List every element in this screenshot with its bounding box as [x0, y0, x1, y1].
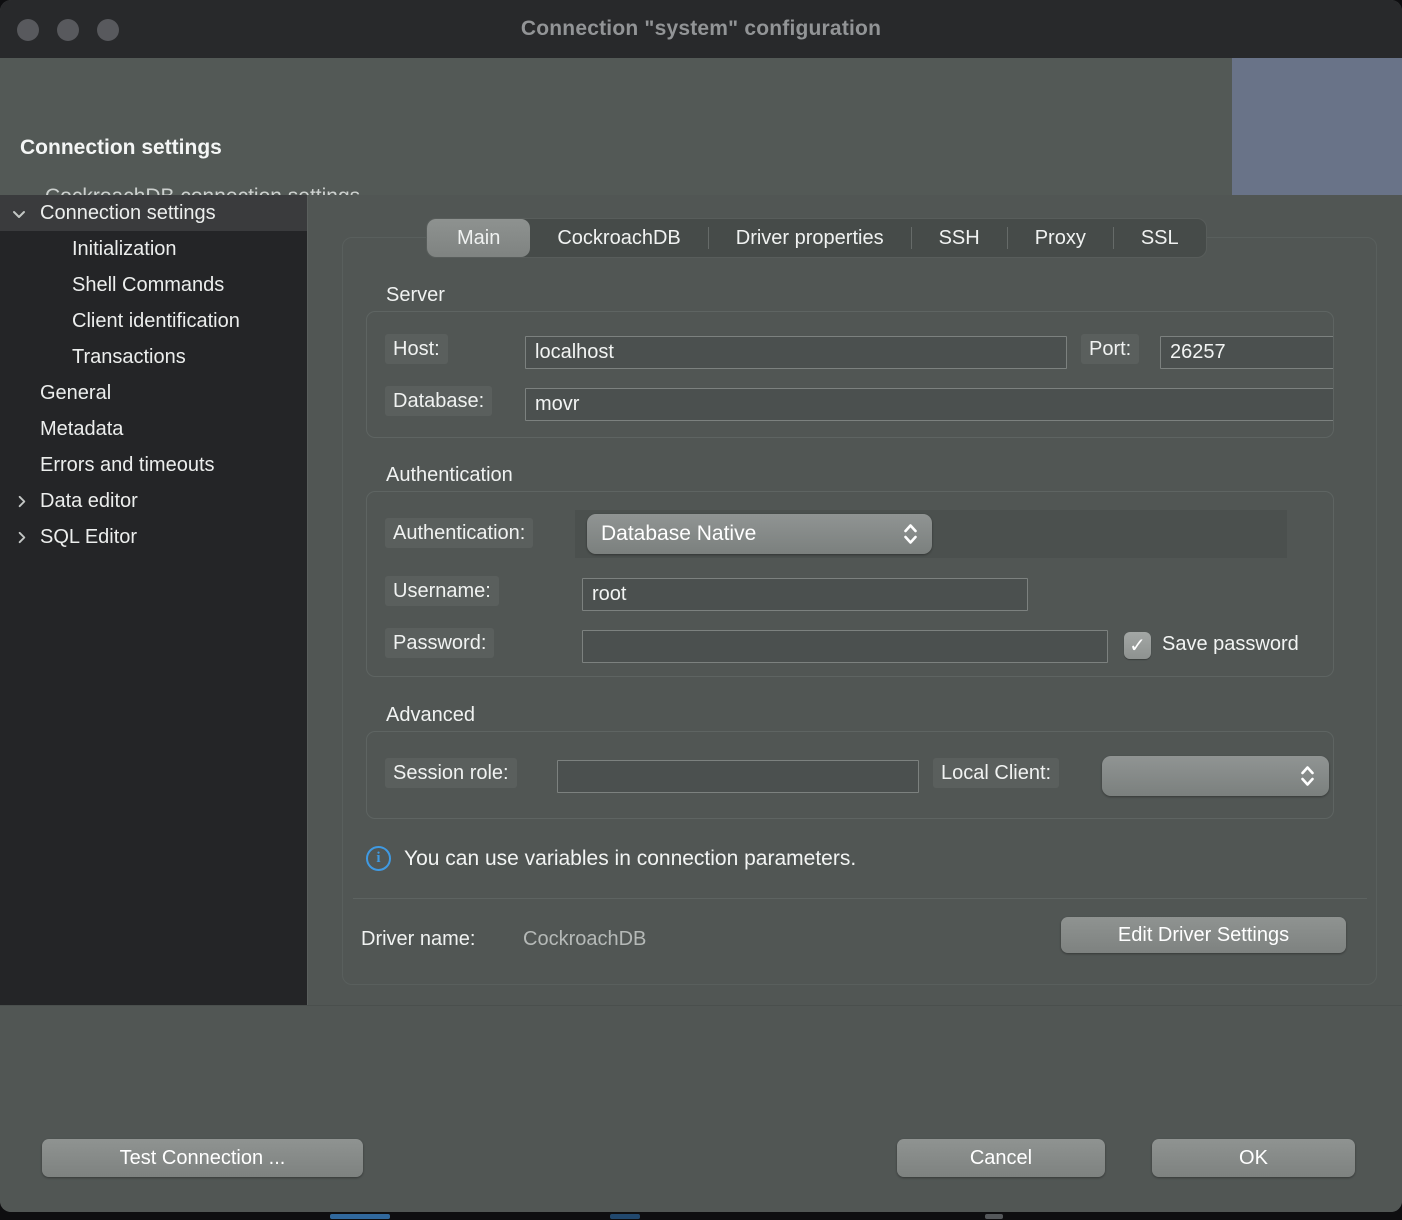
chevron-right-icon[interactable] [13, 529, 30, 546]
sidebar-item-label: Errors and timeouts [40, 454, 215, 477]
sidebar-item-initialization[interactable]: Initialization [0, 231, 307, 267]
tab-ssl[interactable]: SSL [1114, 219, 1206, 257]
sidebar-item-shell-commands[interactable]: Shell Commands [0, 267, 307, 303]
local-client-select[interactable] [1102, 756, 1329, 796]
edit-driver-settings-button[interactable]: Edit Driver Settings [1061, 917, 1346, 953]
info-message-row: i You can use variables in connection pa… [366, 846, 856, 871]
page-subtitle: CockroachDB connection settings [45, 185, 360, 195]
sidebar-item-metadata[interactable]: Metadata [0, 411, 307, 447]
sidebar-item-label: Initialization [72, 238, 177, 261]
tab-cockroachdb[interactable]: CockroachDB [530, 219, 707, 257]
sidebar-item-sql-editor[interactable]: SQL Editor [0, 519, 307, 555]
save-password-label[interactable]: Save password [1162, 633, 1334, 656]
sidebar-item-errors-and-timeouts[interactable]: Errors and timeouts [0, 447, 307, 483]
select-chevrons-icon [1300, 764, 1315, 788]
save-password-checkbox[interactable]: ✓ [1124, 632, 1151, 659]
test-connection-button[interactable]: Test Connection ... [42, 1139, 363, 1177]
cancel-button[interactable]: Cancel [897, 1139, 1105, 1177]
main-tab-panel: Server Host: Port: Database: Authenticat… [342, 237, 1377, 985]
session-role-label: Session role: [385, 758, 517, 788]
window-title: Connection "system" configuration [0, 17, 1402, 41]
page-title: Connection settings [20, 136, 222, 160]
sidebar-item-connection-settings[interactable]: Connection settings [0, 195, 307, 231]
authentication-select[interactable]: Database Native [587, 514, 932, 554]
password-input[interactable] [582, 630, 1108, 663]
database-label: Database: [385, 386, 492, 416]
sidebar-item-label: Client identification [72, 310, 240, 333]
desktop-sliver [985, 1214, 1003, 1219]
ok-button[interactable]: OK [1152, 1139, 1355, 1177]
authentication-select-value: Database Native [601, 522, 756, 546]
server-group: Host: Port: Database: [366, 311, 1334, 438]
tab-driver-properties[interactable]: Driver properties [709, 219, 911, 257]
titlebar: Connection "system" configuration [0, 0, 1402, 58]
authentication-group: Authentication: Database Native Username… [366, 491, 1334, 677]
sidebar-item-label: SQL Editor [40, 526, 137, 549]
panel-separator [353, 898, 1367, 899]
settings-tree: Connection settings Initialization Shell… [0, 195, 308, 1005]
chevron-right-icon[interactable] [13, 493, 30, 510]
sidebar-item-label: Metadata [40, 418, 123, 441]
main-content: Main CockroachDB Driver properties SSH P… [309, 195, 1402, 1005]
host-label: Host: [385, 334, 448, 364]
decorative-swoosh [1232, 58, 1402, 195]
server-group-label: Server [386, 284, 445, 307]
username-label: Username: [385, 576, 499, 606]
sidebar-item-general[interactable]: General [0, 375, 307, 411]
dialog-footer: Test Connection ... Cancel OK [0, 1005, 1402, 1212]
database-input[interactable] [525, 388, 1334, 421]
select-chevrons-icon [903, 522, 918, 546]
sidebar-item-client-identification[interactable]: Client identification [0, 303, 307, 339]
chevron-down-icon[interactable] [10, 205, 27, 222]
info-message: You can use variables in connection para… [404, 847, 856, 871]
driver-name-label: Driver name: [361, 928, 475, 951]
advanced-group: Session role: Local Client: [366, 731, 1334, 819]
close-window-button[interactable] [17, 19, 39, 41]
tab-ssh[interactable]: SSH [912, 219, 1007, 257]
desktop-sliver [610, 1214, 640, 1219]
zoom-window-button[interactable] [97, 19, 119, 41]
sidebar-item-label: Shell Commands [72, 274, 224, 297]
info-icon: i [366, 846, 391, 871]
sidebar-item-label: Transactions [72, 346, 186, 369]
password-label: Password: [385, 628, 494, 658]
tab-proxy[interactable]: Proxy [1008, 219, 1113, 257]
tab-bar: Main CockroachDB Driver properties SSH P… [426, 218, 1207, 258]
desktop-sliver [330, 1214, 390, 1219]
sidebar-item-transactions[interactable]: Transactions [0, 339, 307, 375]
driver-name-value: CockroachDB [523, 928, 646, 951]
tab-main[interactable]: Main [427, 219, 530, 257]
local-client-label: Local Client: [933, 758, 1059, 788]
checkmark-icon: ✓ [1129, 633, 1146, 658]
sidebar-item-label: Data editor [40, 490, 138, 513]
authentication-group-label: Authentication [386, 464, 513, 487]
advanced-group-label: Advanced [386, 704, 475, 727]
port-input[interactable] [1160, 336, 1334, 369]
port-label: Port: [1081, 334, 1139, 364]
authentication-label: Authentication: [385, 518, 533, 548]
username-input[interactable] [582, 578, 1028, 611]
sidebar-item-label: Connection settings [40, 202, 216, 225]
minimize-window-button[interactable] [57, 19, 79, 41]
sidebar-item-label: General [40, 382, 111, 405]
connection-configuration-dialog: Connection "system" configuration Connec… [0, 0, 1402, 1212]
sidebar-item-data-editor[interactable]: Data editor [0, 483, 307, 519]
session-role-input[interactable] [557, 760, 919, 793]
host-input[interactable] [525, 336, 1067, 369]
dialog-header: Connection settings CockroachDB connecti… [0, 58, 1402, 195]
